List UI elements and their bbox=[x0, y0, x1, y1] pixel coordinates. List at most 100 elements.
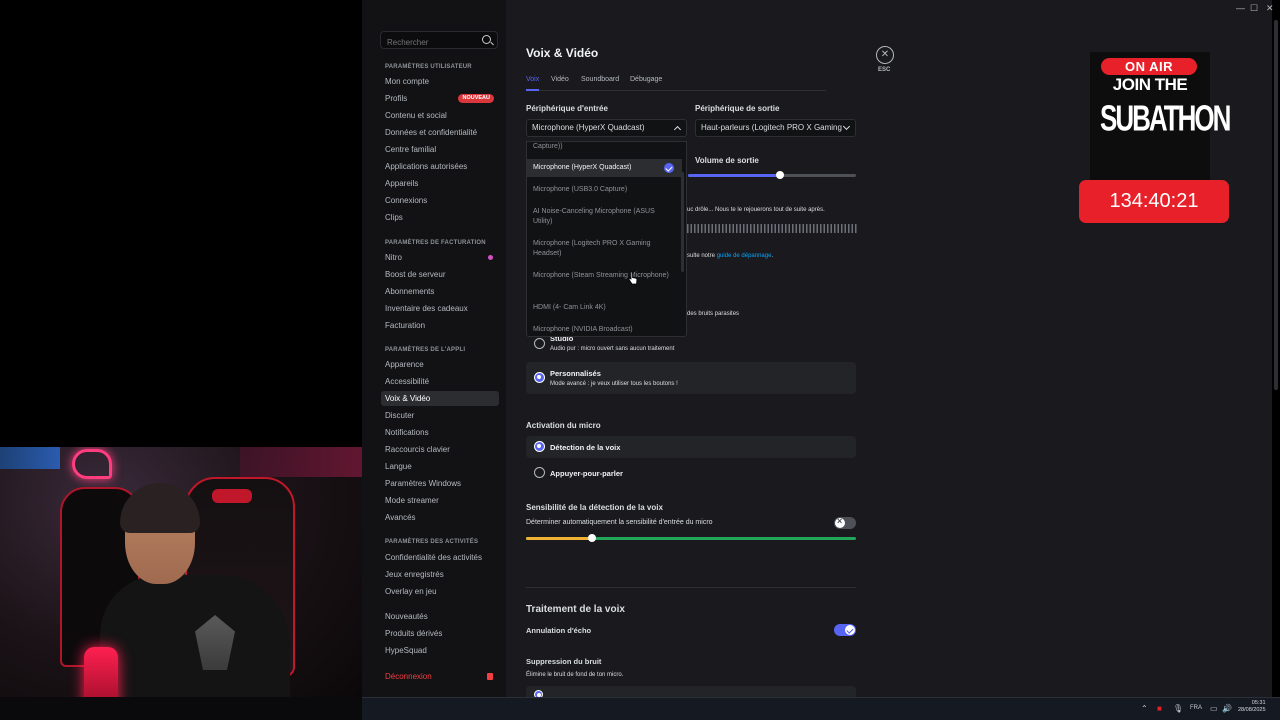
output-device-select[interactable]: Haut-parleurs (Logitech PRO X Gaming bbox=[695, 119, 856, 137]
radio-studio[interactable] bbox=[534, 338, 545, 349]
close-settings-button[interactable]: ✕ bbox=[876, 46, 894, 64]
troubleshoot-link[interactable]: guide de dépannage bbox=[717, 253, 772, 259]
sidebar-item-nouveautes[interactable]: Nouveautés bbox=[381, 609, 499, 624]
sidebar-item-notifications[interactable]: Notifications bbox=[381, 425, 499, 440]
mic-level-meter bbox=[687, 224, 857, 233]
tray-app-icon[interactable]: ■ bbox=[1157, 704, 1162, 713]
webcam-feed bbox=[0, 447, 362, 720]
profile-desc: Audio pur : micro ouvert sans aucun trai… bbox=[550, 346, 675, 352]
tray-expand-icon[interactable]: ⌃ bbox=[1141, 704, 1148, 713]
dropdown-option[interactable]: HDMI (4- Cam Link 4K) bbox=[527, 303, 682, 313]
tab-voix[interactable]: Voix bbox=[526, 76, 539, 83]
sidebar-item-hypesquad[interactable]: HypeSquad bbox=[381, 643, 499, 658]
sidebar-item-nitro[interactable]: Nitro bbox=[381, 250, 499, 265]
echo-cancel-toggle[interactable] bbox=[834, 624, 856, 636]
minimize-button[interactable]: — bbox=[1236, 3, 1245, 13]
activation-title: Détection de la voix bbox=[550, 443, 621, 452]
sensitivity-label: Sensibilité de la détection de la voix bbox=[526, 503, 663, 512]
input-device-select[interactable]: Microphone (HyperX Quadcast) bbox=[526, 119, 687, 137]
sidebar-item-raccourcis-clavier[interactable]: Raccourcis clavier bbox=[381, 442, 499, 457]
sidebar-item-avances[interactable]: Avancés bbox=[381, 510, 499, 525]
sidebar-item-appareils[interactable]: Appareils bbox=[381, 176, 499, 191]
sensitivity-fill bbox=[526, 537, 592, 540]
tab-video[interactable]: Vidéo bbox=[551, 76, 569, 83]
sidebar-item-label: Connexions bbox=[385, 196, 428, 205]
search-icon[interactable] bbox=[482, 35, 491, 44]
search-box[interactable] bbox=[380, 31, 498, 49]
chair-logo bbox=[212, 489, 252, 503]
dropdown-option[interactable]: Microphone (NVIDIA Broadcast) bbox=[527, 325, 682, 335]
sensitivity-slider[interactable] bbox=[526, 534, 856, 542]
sidebar-item-donnees-et-confidentialite[interactable]: Données et confidentialité bbox=[381, 125, 499, 140]
activation-ptt[interactable]: Appuyer-pour-parler bbox=[526, 462, 856, 484]
sidebar-item-label: Voix & Vidéo bbox=[385, 394, 431, 403]
tab-debugage[interactable]: Débugage bbox=[630, 76, 662, 83]
logout-button[interactable]: Déconnexion bbox=[381, 669, 499, 684]
sidebar-item-jeux-enregistres[interactable]: Jeux enregistrés bbox=[381, 567, 499, 582]
dropdown-option[interactable]: Microphone (Logitech PRO X Gaming Headse… bbox=[527, 239, 682, 258]
noise-option-row[interactable] bbox=[526, 686, 856, 699]
microphone-icon[interactable]: 🎙 bbox=[1173, 704, 1183, 713]
sidebar-item-centre-familial[interactable]: Centre familial bbox=[381, 142, 499, 157]
dropdown-option[interactable]: Capture)) bbox=[527, 142, 682, 152]
sidebar-item-profils[interactable]: Profils NOUVEAU bbox=[381, 91, 499, 106]
dropdown-option-label: Microphone (HyperX Quadcast) bbox=[533, 164, 632, 171]
dropdown-option-selected[interactable]: Microphone (HyperX Quadcast) bbox=[527, 159, 682, 177]
language-indicator[interactable]: FRA bbox=[1190, 705, 1202, 711]
output-volume-slider[interactable] bbox=[688, 171, 856, 179]
search-input[interactable] bbox=[387, 38, 477, 47]
radio-push-to-talk[interactable] bbox=[534, 467, 545, 478]
radio-voice-detection[interactable] bbox=[534, 441, 545, 452]
tab-soundboard[interactable]: Soundboard bbox=[581, 76, 619, 83]
clock[interactable]: 05:31 28/08/2025 bbox=[1238, 700, 1266, 714]
sidebar-item-applications-autorisees[interactable]: Applications autorisées bbox=[381, 159, 499, 174]
sidebar-item-voix-video[interactable]: Voix & Vidéo bbox=[381, 391, 499, 406]
volume-icon[interactable]: 🔊 bbox=[1222, 704, 1232, 713]
sidebar-item-inventaire-des-cadeaux[interactable]: Inventaire des cadeaux bbox=[381, 301, 499, 316]
desk bbox=[0, 697, 362, 720]
sidebar-item-discuter[interactable]: Discuter bbox=[381, 408, 499, 423]
toggle-knob bbox=[835, 516, 845, 528]
sidebar-item-confidentialite-des-activites[interactable]: Confidentialité des activités bbox=[381, 550, 499, 565]
sidebar-item-label: Accessibilité bbox=[385, 377, 430, 386]
sidebar-item-clips[interactable]: Clips bbox=[381, 210, 499, 225]
streamer-hair bbox=[120, 483, 200, 533]
profile-title: Personnalisés bbox=[550, 369, 601, 378]
sidebar-item-accessibilite[interactable]: Accessibilité bbox=[381, 374, 499, 389]
dropdown-option[interactable]: Microphone (Steam Streaming Microphone) bbox=[527, 271, 682, 281]
sidebar-item-overlay-en-jeu[interactable]: Overlay en jeu bbox=[381, 584, 499, 599]
sidebar-item-apparence[interactable]: Apparence bbox=[381, 357, 499, 372]
sidebar-item-connexions[interactable]: Connexions bbox=[381, 193, 499, 208]
sidebar-item-facturation[interactable]: Facturation bbox=[381, 318, 499, 333]
maximize-button[interactable]: ☐ bbox=[1250, 3, 1258, 14]
dropdown-scrollbar[interactable] bbox=[681, 172, 684, 272]
profile-desc: Mode avancé : je veux utiliser tous les … bbox=[550, 381, 678, 387]
sidebar-item-boost-de-serveur[interactable]: Boost de serveur bbox=[381, 267, 499, 282]
echo-label: Annulation d'écho bbox=[526, 626, 592, 635]
dropdown-option[interactable]: Microphone (USB3.0 Capture) bbox=[527, 185, 682, 195]
sidebar-item-label: Mode streamer bbox=[385, 496, 439, 505]
sidebar-item-contenu-et-social[interactable]: Contenu et social bbox=[381, 108, 499, 123]
sidebar-item-langue[interactable]: Langue bbox=[381, 459, 499, 474]
input-device-dropdown[interactable]: Capture)) Microphone (HyperX Quadcast) M… bbox=[526, 141, 687, 337]
sidebar-item-parametres-windows[interactable]: Paramètres Windows bbox=[381, 476, 499, 491]
sidebar-item-mode-streamer[interactable]: Mode streamer bbox=[381, 493, 499, 508]
dropdown-option[interactable]: AI Noise-Canceling Microphone (ASUS Util… bbox=[527, 207, 682, 226]
nitro-icon bbox=[488, 255, 493, 260]
sensitivity-knob[interactable] bbox=[588, 534, 596, 542]
sensitivity-auto-toggle[interactable] bbox=[834, 516, 856, 529]
radio-personnalises[interactable] bbox=[534, 372, 545, 383]
sidebar-item-label: Discuter bbox=[385, 411, 415, 420]
clock-time: 05:31 bbox=[1251, 700, 1266, 706]
profile-personnalises[interactable]: Personnalisés Mode avancé : je veux util… bbox=[526, 362, 856, 394]
content-scrollbar[interactable] bbox=[1274, 20, 1278, 390]
help-text-prefix: sulte notre bbox=[687, 253, 716, 259]
network-icon[interactable]: ▭ bbox=[1210, 704, 1218, 713]
activation-voice[interactable]: Détection de la voix bbox=[526, 436, 856, 458]
esc-label: ESC bbox=[878, 67, 891, 73]
sidebar-item-produits-derives[interactable]: Produits dérivés bbox=[381, 626, 499, 641]
sidebar-item-mon-compte[interactable]: Mon compte bbox=[381, 74, 499, 89]
window-close-button[interactable]: ✕ bbox=[1266, 3, 1274, 14]
sensitivity-auto-label: Déterminer automatiquement la sensibilit… bbox=[526, 519, 713, 526]
sidebar-item-abonnements[interactable]: Abonnements bbox=[381, 284, 499, 299]
